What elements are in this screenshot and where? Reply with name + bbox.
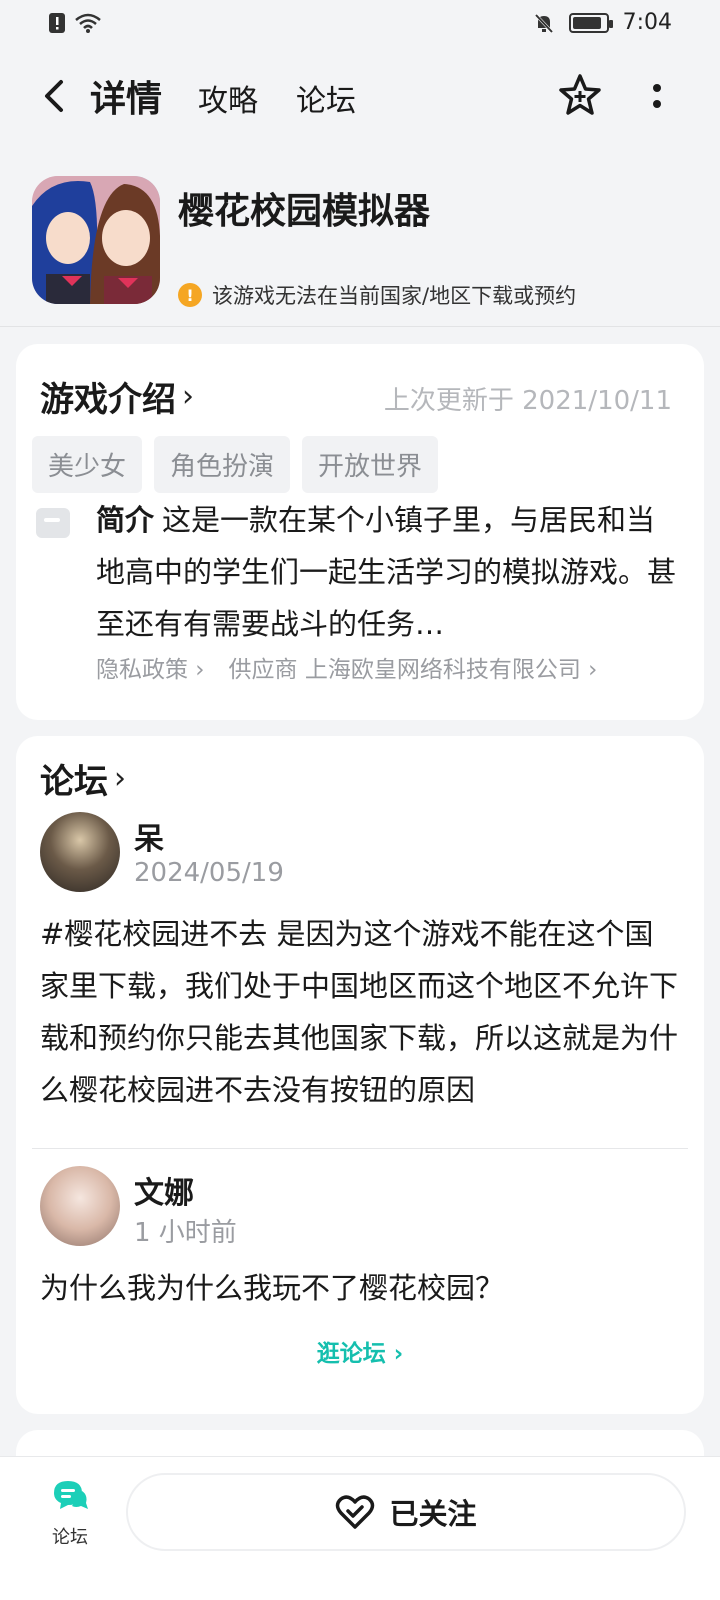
chevron-right-icon: › (114, 761, 126, 796)
post-time: 1 小时前 (134, 1218, 237, 1248)
chevron-left-icon (45, 80, 63, 112)
back-button[interactable] (36, 74, 72, 118)
region-notice-text: 该游戏无法在当前国家/地区下载或预约 (212, 284, 577, 308)
tab-details[interactable]: 详情 (86, 70, 167, 122)
forum-card: 论坛 › 呆 2024/05/19 #樱花校园进不去 是因为这个游戏不能在这个国… (16, 736, 704, 1414)
post-body: 为什么我为什么我玩不了樱花校园？ (40, 1271, 505, 1305)
top-nav: 详情 攻略 论坛 (0, 62, 720, 132)
tag-list: 美少女 角色扮演 开放世界 (32, 436, 439, 493)
post-time: 2024/05/19 (134, 858, 284, 888)
post-body: #樱花校园进不去 是因为这个游戏不能在这个国家里下载，我们处于中国地区而这个地区… (40, 917, 679, 1107)
alert-notification-icon (49, 13, 65, 33)
post-author: 文娜 (134, 1176, 194, 1211)
tab-guides[interactable]: 攻略 (198, 76, 258, 120)
supplier-link[interactable]: 供应商 上海欧皇网络科技有限公司 › (229, 650, 598, 684)
post-author: 呆 (134, 822, 164, 857)
region-notice: ! 该游戏无法在当前国家/地区下载或预约 (178, 280, 576, 310)
tag[interactable]: 开放世界 (302, 436, 439, 493)
bottom-forum-button[interactable]: 论坛 (44, 1477, 96, 1549)
game-intro-card: 游戏介绍 › 上次更新于 2021/10/11 美少女 角色扮演 开放世界 简介… (16, 344, 704, 720)
forum-title-link[interactable]: 论坛 › (40, 754, 126, 803)
intro-title-link[interactable]: 游戏介绍 › (40, 372, 194, 421)
app-title: 樱花校园模拟器 (178, 191, 431, 232)
divider (0, 326, 720, 327)
tag[interactable]: 角色扮演 (154, 436, 291, 493)
info-icon: ! (178, 283, 202, 307)
heart-check-icon (336, 1495, 375, 1529)
tag[interactable]: 美少女 (32, 436, 143, 493)
battery-icon (568, 12, 613, 33)
status-bar: 7:04 (0, 0, 720, 48)
last-updated: 上次更新于 2021/10/11 (383, 386, 672, 416)
forum-post[interactable]: 文娜 1 小时前 为什么我为什么我玩不了樱花校园？ (40, 1166, 680, 1326)
chat-bubble-icon (54, 1481, 88, 1509)
status-time: 7:04 (622, 10, 672, 35)
description[interactable]: 简介 这是一款在某个小镇子里，与居民和当地高中的学生们一起生活学习的模拟游戏。甚至… (96, 494, 676, 650)
game-detail-page: 7:04 详情 攻略 论坛 樱花校园模拟器 ! 该游戏无法在当前国家/地区下载或… (0, 0, 720, 1600)
avatar[interactable] (40, 812, 120, 892)
privacy-policy-link[interactable]: 隐私政策 › (96, 650, 205, 684)
mute-bell-icon (534, 13, 553, 33)
wifi-icon (75, 13, 101, 33)
more-dot-icon (653, 84, 661, 92)
forum-post[interactable]: 呆 2024/05/19 #樱花校园进不去 是因为这个游戏不能在这个国家里下载，… (40, 812, 680, 1112)
intro-links: 隐私政策 › 供应商 上海欧皇网络科技有限公司 › (96, 650, 597, 684)
post-divider (32, 1148, 688, 1149)
description-icon (36, 508, 70, 538)
app-icon-artwork (32, 176, 160, 304)
chevron-right-icon: › (182, 379, 194, 414)
favorite-button[interactable] (556, 72, 604, 120)
bottom-bar: 论坛 已关注 (0, 1456, 720, 1600)
app-icon (32, 176, 160, 304)
app-header: 樱花校园模拟器 ! 该游戏无法在当前国家/地区下载或预约 (0, 172, 720, 322)
browse-forum-link[interactable]: 逛论坛 › (16, 1334, 704, 1368)
more-options-button[interactable] (642, 72, 672, 120)
tab-forum[interactable]: 论坛 (296, 76, 356, 120)
more-dot-icon (653, 100, 661, 108)
star-add-icon (559, 74, 601, 115)
avatar[interactable] (40, 1166, 120, 1246)
follow-button[interactable]: 已关注 (126, 1473, 686, 1551)
